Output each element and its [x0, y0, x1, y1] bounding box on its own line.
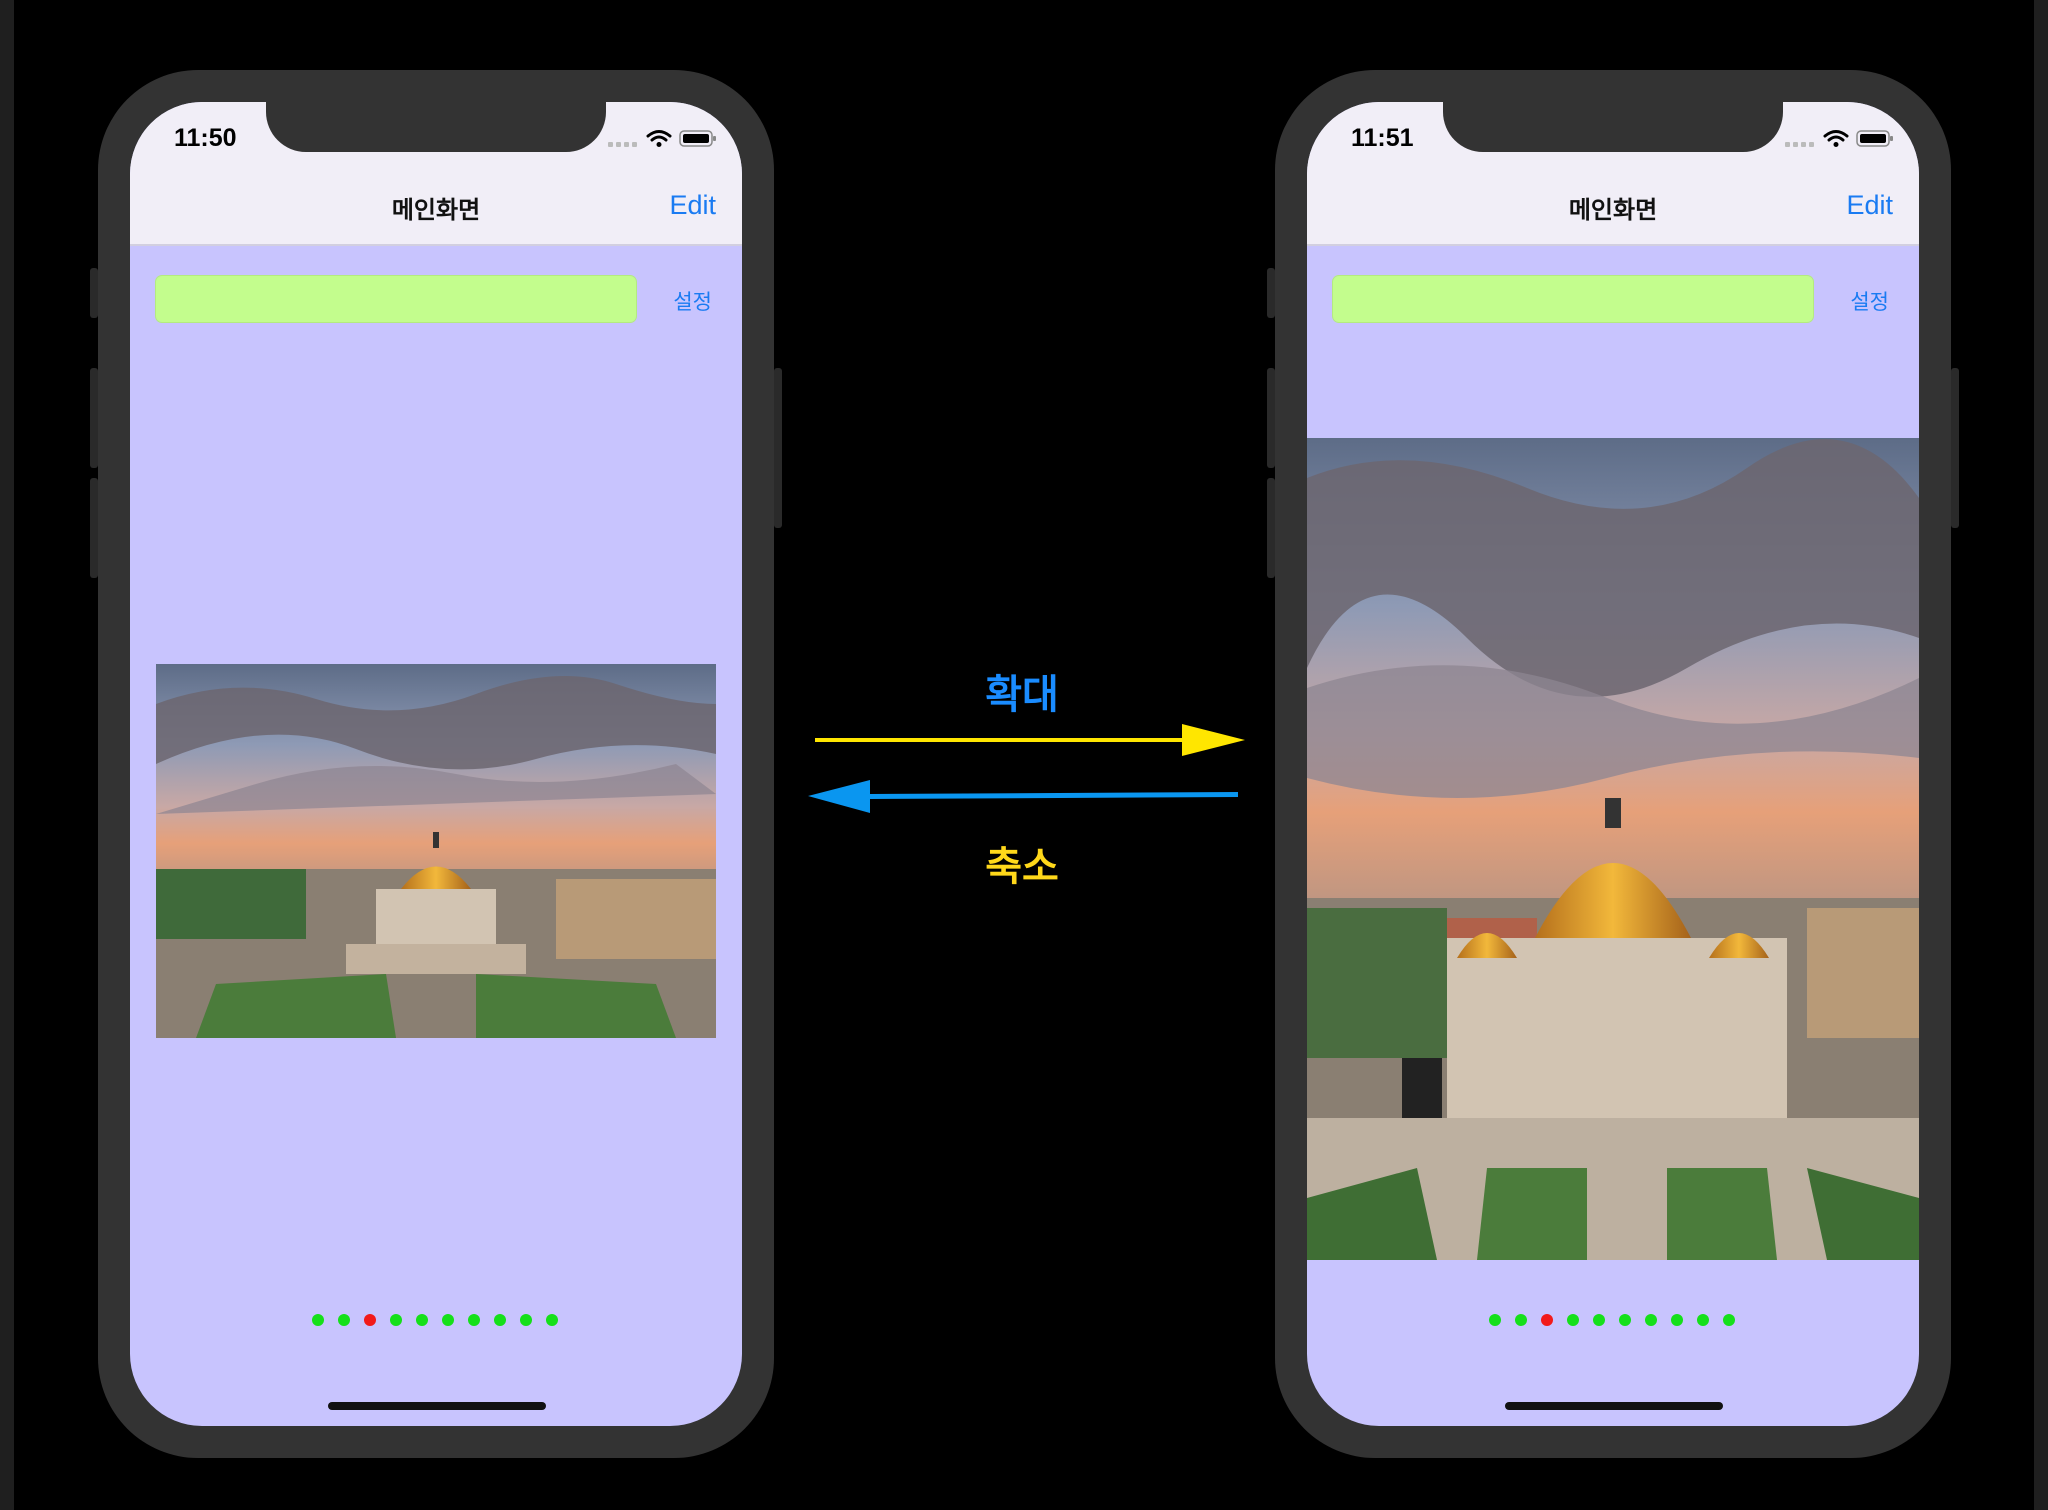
building-photo-zoomed[interactable] — [1307, 438, 1919, 1260]
notch — [266, 102, 606, 152]
text-input[interactable] — [1332, 275, 1814, 323]
phone-left: 11:50 메인화면 Edit 설정 — [90, 70, 782, 1458]
edit-button[interactable]: Edit — [1846, 190, 1893, 221]
wifi-icon — [646, 130, 672, 147]
page-dot[interactable] — [1489, 1314, 1501, 1326]
page-dot[interactable] — [468, 1314, 480, 1326]
page-dot[interactable] — [1697, 1314, 1709, 1326]
page-dot[interactable] — [1515, 1314, 1527, 1326]
screen-left: 11:50 메인화면 Edit 설정 — [130, 102, 742, 1426]
page-dot[interactable] — [390, 1314, 402, 1326]
zoom-arrows — [808, 724, 1245, 813]
silent-switch — [90, 268, 98, 318]
page-dot[interactable] — [312, 1314, 324, 1326]
power-button — [774, 368, 782, 528]
home-indicator[interactable] — [1505, 1402, 1723, 1410]
text-input[interactable] — [155, 275, 637, 323]
home-indicator[interactable] — [328, 1402, 546, 1410]
page-dot[interactable] — [1645, 1314, 1657, 1326]
nav-title: 메인화면 — [391, 196, 481, 224]
page-dot[interactable] — [1567, 1314, 1579, 1326]
nav-title: 메인화면 — [1568, 196, 1658, 224]
zoom-in-label: 확대 — [985, 672, 1059, 718]
volume-up-button — [90, 368, 98, 468]
building-photo[interactable] — [156, 664, 716, 1038]
page-dot[interactable] — [1593, 1314, 1605, 1326]
zoom-out-label: 축소 — [985, 844, 1059, 890]
page-dot[interactable] — [1671, 1314, 1683, 1326]
page-indicator[interactable] — [130, 1314, 742, 1328]
page-dot[interactable] — [546, 1314, 558, 1326]
volume-down-button — [1267, 478, 1275, 578]
page-dot[interactable] — [494, 1314, 506, 1326]
signal-icon — [608, 142, 637, 147]
wifi-icon — [1823, 130, 1849, 147]
status-icons — [1785, 130, 1893, 147]
status-icons — [608, 130, 716, 147]
volume-up-button — [1267, 368, 1275, 468]
zoom-out-arrow — [808, 780, 1238, 813]
page-dot[interactable] — [1619, 1314, 1631, 1326]
edit-button[interactable]: Edit — [669, 190, 716, 221]
battery-icon — [679, 130, 716, 147]
status-time: 11:50 — [174, 124, 237, 152]
page-dot-active[interactable] — [364, 1314, 376, 1326]
page-dot[interactable] — [442, 1314, 454, 1326]
settings-button[interactable]: 설정 — [1850, 286, 1889, 316]
notch — [1443, 102, 1783, 152]
page-dot[interactable] — [416, 1314, 428, 1326]
battery-icon — [1856, 130, 1893, 147]
silent-switch — [1267, 268, 1275, 318]
page-dot[interactable] — [1723, 1314, 1735, 1326]
volume-down-button — [90, 478, 98, 578]
settings-button[interactable]: 설정 — [673, 286, 712, 316]
nav-divider — [130, 244, 742, 246]
page-dot[interactable] — [520, 1314, 532, 1326]
page-dot-active[interactable] — [1541, 1314, 1553, 1326]
screen-right: 11:51 메인화면 Edit 설정 — [1307, 102, 1919, 1426]
signal-icon — [1785, 142, 1814, 147]
phone-right: 11:51 메인화면 Edit 설정 — [1267, 70, 1959, 1458]
page-dot[interactable] — [338, 1314, 350, 1326]
zoom-in-arrow — [815, 724, 1245, 756]
status-time: 11:51 — [1351, 124, 1414, 152]
nav-divider — [1307, 244, 1919, 246]
background-stripe-left — [0, 0, 14, 1510]
background-stripe-right — [2034, 0, 2048, 1510]
power-button — [1951, 368, 1959, 528]
page-indicator[interactable] — [1307, 1314, 1919, 1328]
